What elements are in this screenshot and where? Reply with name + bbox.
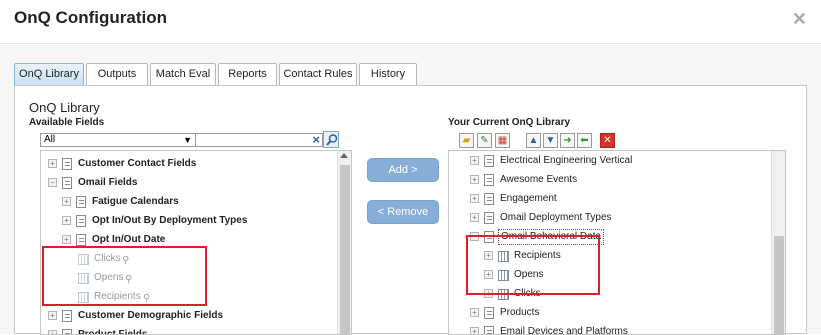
folder-doc-icon: [76, 215, 86, 227]
tree-row-engagement[interactable]: + Engagement: [449, 190, 785, 208]
clear-icon[interactable]: ×: [312, 132, 320, 147]
search-icon: [326, 134, 338, 146]
tab-outputs[interactable]: Outputs: [86, 63, 148, 85]
folder-doc-icon: [484, 174, 494, 186]
expand-icon[interactable]: +: [48, 159, 57, 168]
move-left-icon[interactable]: ⬅: [577, 133, 592, 148]
select-value: All: [44, 134, 56, 145]
tree-row-omail-fields[interactable]: − Omail Fields: [41, 174, 351, 192]
scroll-up-icon[interactable]: [340, 153, 348, 158]
tree-label: Fatigue Calendars: [92, 196, 179, 207]
available-fields-label: Available Fields: [29, 117, 105, 128]
dialog-body: OnQ Library Outputs Match Eval Reports C…: [0, 45, 821, 335]
edit-icon[interactable]: ✎: [477, 133, 492, 148]
tab-onq-library[interactable]: OnQ Library: [14, 63, 84, 85]
tree-label: Products: [500, 307, 540, 318]
tree-label: Engagement: [500, 193, 557, 204]
scroll-thumb[interactable]: [340, 165, 350, 334]
tab-match-eval[interactable]: Match Eval: [150, 63, 216, 85]
folder-doc-icon: [76, 234, 86, 246]
expand-icon[interactable]: +: [48, 330, 57, 334]
tree-label: Opt In/Out By Deployment Types: [92, 215, 248, 226]
folder-doc-icon: [484, 307, 494, 319]
left-tree-scrollbar[interactable]: [337, 151, 351, 334]
onq-library-panel: OnQ Library Available Fields All ▼ × + C…: [14, 85, 807, 335]
tree-label: Customer Demographic Fields: [78, 310, 224, 321]
tab-contact-rules[interactable]: Contact Rules: [279, 63, 357, 85]
tree-label: Awesome Events: [500, 174, 578, 185]
expand-icon[interactable]: +: [62, 197, 71, 206]
tree-label: Omail Deployment Types: [500, 212, 612, 223]
tree-row-omail-deployment-types[interactable]: + Omail Deployment Types: [449, 209, 785, 227]
expand-icon[interactable]: +: [62, 235, 71, 244]
highlight-box-left: [42, 246, 207, 306]
panel-title: OnQ Library: [29, 100, 100, 115]
current-library-label: Your Current OnQ Library: [448, 117, 571, 128]
right-tree-scrollbar[interactable]: [771, 151, 785, 334]
dropdown-arrow-icon: ▼: [183, 135, 192, 145]
tree-label: Electrical Engineering Vertical: [500, 155, 633, 166]
tree-row-opt-in-out-deployment-types[interactable]: + Opt In/Out By Deployment Types: [41, 212, 351, 230]
add-button[interactable]: Add >: [367, 158, 439, 182]
move-up-icon[interactable]: ▲: [526, 133, 541, 148]
field-filter-select[interactable]: All ▼: [40, 133, 196, 147]
folder-doc-icon: [62, 177, 72, 189]
folder-doc-icon: [484, 155, 494, 167]
folder-doc-icon: [76, 196, 86, 208]
tree-label: Customer Contact Fields: [78, 158, 197, 169]
scroll-thumb[interactable]: [774, 236, 784, 334]
highlight-box-right: [466, 235, 600, 295]
add-field-icon[interactable]: ▦: [495, 133, 510, 148]
search-input[interactable]: ×: [195, 132, 323, 147]
tree-label: Email Devices and Platforms: [500, 326, 628, 335]
folder-doc-icon: [62, 158, 72, 170]
dialog-header: OnQ Configuration ✕: [0, 0, 821, 44]
new-folder-icon[interactable]: ▰: [459, 133, 474, 148]
tab-reports[interactable]: Reports: [218, 63, 277, 85]
expand-icon[interactable]: +: [470, 194, 479, 203]
expand-icon[interactable]: +: [470, 213, 479, 222]
folder-doc-icon: [484, 212, 494, 224]
tree-row-email-devices-platforms[interactable]: + Email Devices and Platforms: [449, 323, 785, 335]
tree-row-awesome-events[interactable]: + Awesome Events: [449, 171, 785, 189]
tree-row-customer-demographic-fields[interactable]: + Customer Demographic Fields: [41, 307, 351, 325]
collapse-icon[interactable]: −: [48, 178, 57, 187]
tree-row-fatigue-calendars[interactable]: + Fatigue Calendars: [41, 193, 351, 211]
tree-label: Omail Fields: [78, 177, 138, 188]
folder-doc-icon: [62, 310, 72, 322]
search-button[interactable]: [323, 131, 339, 148]
folder-doc-icon: [484, 193, 494, 205]
tree-row-customer-contact-fields[interactable]: + Customer Contact Fields: [41, 155, 351, 173]
close-icon[interactable]: ✕: [792, 9, 807, 30]
move-right-icon[interactable]: ➜: [560, 133, 575, 148]
tree-row-products[interactable]: + Products: [449, 304, 785, 322]
remove-button[interactable]: < Remove: [367, 200, 439, 224]
expand-icon[interactable]: +: [470, 175, 479, 184]
move-down-icon[interactable]: ▼: [543, 133, 558, 148]
tree-row-electrical-engineering[interactable]: + Electrical Engineering Vertical: [449, 152, 785, 170]
tab-history[interactable]: History: [359, 63, 417, 85]
dialog-title: OnQ Configuration: [14, 8, 167, 27]
expand-icon[interactable]: +: [48, 311, 57, 320]
folder-doc-icon: [62, 329, 72, 334]
expand-icon[interactable]: +: [470, 308, 479, 317]
delete-icon[interactable]: ✕: [600, 133, 615, 148]
available-fields-tree: + Customer Contact Fields − Omail Fields…: [40, 150, 352, 335]
expand-icon[interactable]: +: [62, 216, 71, 225]
expand-icon[interactable]: +: [470, 156, 479, 165]
